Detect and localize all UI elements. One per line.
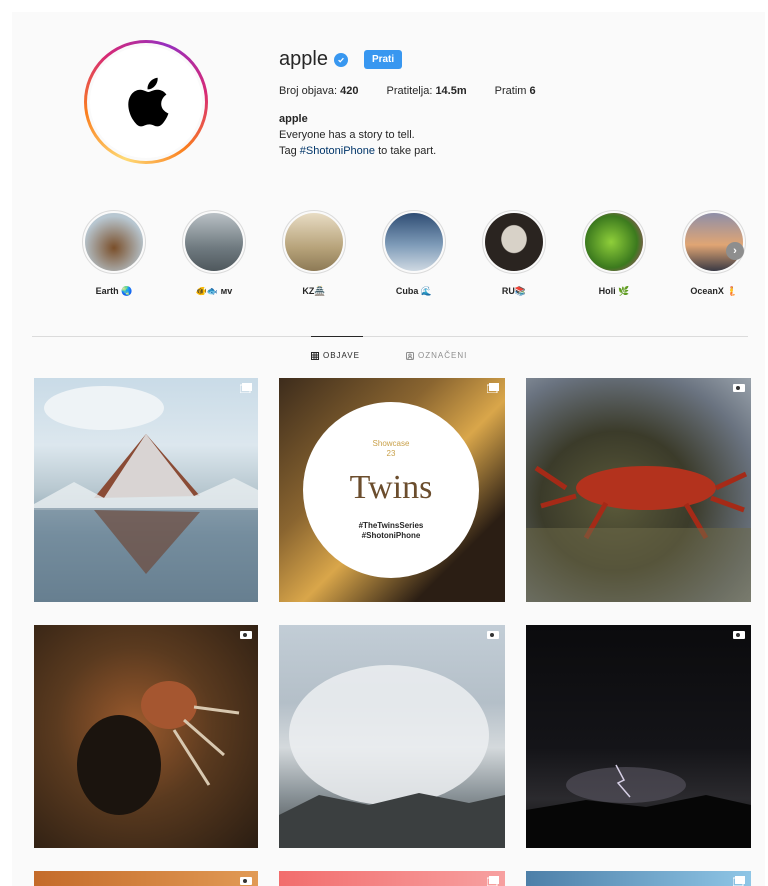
tagged-icon bbox=[405, 351, 414, 360]
chevron-right-icon[interactable]: › bbox=[726, 242, 744, 260]
twins-title: Twins bbox=[349, 469, 433, 506]
video-icon bbox=[733, 631, 745, 639]
highlight-label: KZ🏯 bbox=[302, 286, 326, 296]
highlight-image bbox=[385, 213, 443, 271]
followers-count[interactable]: Pratitelja: 14.5m bbox=[387, 85, 467, 97]
grid-icon bbox=[311, 351, 319, 360]
post-tile[interactable] bbox=[526, 378, 751, 602]
following-label: Pratim bbox=[494, 85, 527, 97]
highlight-item[interactable]: RU📚 bbox=[464, 210, 564, 297]
highlight-image bbox=[185, 213, 243, 271]
highlight-image bbox=[285, 213, 343, 271]
highlight-label: OceanX 🧜 bbox=[690, 286, 738, 296]
post-tile[interactable] bbox=[34, 871, 258, 886]
follow-button[interactable]: Prati bbox=[363, 50, 403, 69]
carousel-icon bbox=[733, 876, 745, 886]
tab-objave[interactable]: OBJAVE bbox=[311, 351, 360, 360]
posts-count: Broj objava: 420 bbox=[279, 85, 359, 97]
tab-objave-label: OBJAVE bbox=[323, 351, 360, 360]
highlight-item[interactable]: 🐠🐟 мv bbox=[164, 210, 264, 297]
twins-show-number: 23 bbox=[386, 449, 396, 458]
post-image bbox=[279, 665, 505, 848]
following-count[interactable]: Pratim 6 bbox=[495, 85, 536, 97]
bio-line-2-prefix: Tag bbox=[279, 145, 300, 157]
post-tile[interactable] bbox=[526, 625, 751, 848]
profile-name-row: apple Prati bbox=[279, 48, 564, 71]
highlight-ring bbox=[82, 210, 146, 274]
twins-showcase-label: Showcase 23 bbox=[373, 439, 410, 459]
avatar-inner bbox=[87, 43, 205, 161]
highlight-label: Earth 🌏 bbox=[95, 286, 133, 296]
post-tile[interactable] bbox=[526, 871, 751, 886]
avatar[interactable] bbox=[90, 46, 202, 158]
post-tile[interactable] bbox=[34, 378, 258, 602]
video-icon bbox=[240, 631, 252, 639]
active-tab-indicator bbox=[311, 336, 363, 337]
post-tile[interactable] bbox=[279, 625, 505, 848]
bio-line-1: Everyone has a story to tell. bbox=[279, 129, 415, 141]
profile-page: apple Prati Broj objava: 420 Pratitelja:… bbox=[12, 12, 765, 886]
video-icon bbox=[487, 631, 499, 639]
followers-label: Pratitelja: bbox=[386, 85, 433, 97]
highlight-ring bbox=[382, 210, 446, 274]
bio-hashtag-link[interactable]: #ShotoniPhone bbox=[300, 145, 375, 157]
post-tile[interactable]: Showcase 23 Twins #TheTwinsSeries #Shotoni… bbox=[279, 378, 505, 602]
highlight-ring bbox=[182, 210, 246, 274]
twins-tag-2: #ShotoniPhone bbox=[361, 531, 421, 540]
verified-badge-icon bbox=[333, 52, 348, 67]
highlight-item[interactable]: KZ🏯 bbox=[264, 210, 364, 297]
twins-hashtags: #TheTwinsSeries #ShotoniPhone bbox=[359, 521, 424, 541]
highlight-ring bbox=[582, 210, 646, 274]
apple-logo-icon bbox=[128, 77, 169, 127]
profile-bio: apple Everyone has a story to tell. Tag … bbox=[279, 111, 564, 159]
posts-label: Broj objava: bbox=[279, 85, 338, 97]
tab-oznaceni[interactable]: OZNAČENI bbox=[405, 351, 468, 360]
carousel-icon bbox=[487, 383, 499, 393]
twins-tag-1: #TheTwinsSeries bbox=[358, 521, 424, 530]
highlight-label: Holi 🌿 bbox=[598, 286, 630, 296]
post-tile[interactable] bbox=[279, 871, 505, 886]
profile-info: apple Prati Broj objava: 420 Pratitelja:… bbox=[279, 48, 564, 159]
highlight-item[interactable]: Holi 🌿 bbox=[564, 210, 664, 297]
post-tile[interactable] bbox=[34, 625, 258, 848]
twins-overlay: Showcase 23 Twins #TheTwinsSeries #Shotoni… bbox=[303, 402, 479, 578]
highlight-label: RU📚 bbox=[501, 286, 527, 296]
followers-value: 14.5m bbox=[435, 85, 467, 97]
profile-avatar-story-ring[interactable] bbox=[84, 40, 208, 164]
highlight-ring bbox=[482, 210, 546, 274]
highlight-image bbox=[85, 213, 143, 271]
tabs-divider bbox=[32, 336, 748, 337]
highlight-image bbox=[485, 213, 543, 271]
bio-line-2: Tag #ShotoniPhone to take part. bbox=[279, 143, 564, 159]
highlight-item[interactable]: Cuba 🌊 bbox=[364, 210, 464, 297]
highlight-ring bbox=[282, 210, 346, 274]
profile-username: apple bbox=[279, 48, 328, 70]
following-value: 6 bbox=[529, 85, 536, 97]
highlight-item[interactable]: Earth 🌏 bbox=[64, 210, 164, 297]
profile-tabs: OBJAVE OZNAČENI bbox=[311, 351, 513, 360]
post-image bbox=[526, 764, 751, 848]
carousel-icon bbox=[487, 876, 499, 886]
post-image bbox=[34, 386, 258, 602]
posts-value: 420 bbox=[340, 85, 359, 97]
highlight-label: Cuba 🌊 bbox=[395, 286, 433, 296]
highlight-label: 🐠🐟 мv bbox=[195, 286, 233, 296]
profile-stats: Broj objava: 420 Pratitelja: 14.5m Prati… bbox=[279, 85, 564, 97]
video-icon bbox=[733, 384, 745, 392]
video-icon bbox=[240, 877, 252, 885]
story-highlights: Earth 🌏 🐠🐟 мv KZ🏯 Cuba 🌊 RU📚 Holi 🌿 Ocea… bbox=[64, 210, 764, 297]
post-image bbox=[77, 681, 240, 815]
bio-name: apple bbox=[279, 113, 308, 125]
highlight-image bbox=[585, 213, 643, 271]
bio-line-2-suffix: to take part. bbox=[375, 145, 437, 157]
post-image bbox=[526, 465, 751, 602]
twins-show-text: Showcase bbox=[372, 439, 410, 448]
tab-oznaceni-label: OZNAČENI bbox=[417, 351, 468, 360]
highlight-item[interactable]: OceanX 🧜 bbox=[664, 210, 764, 297]
carousel-icon bbox=[240, 383, 252, 393]
